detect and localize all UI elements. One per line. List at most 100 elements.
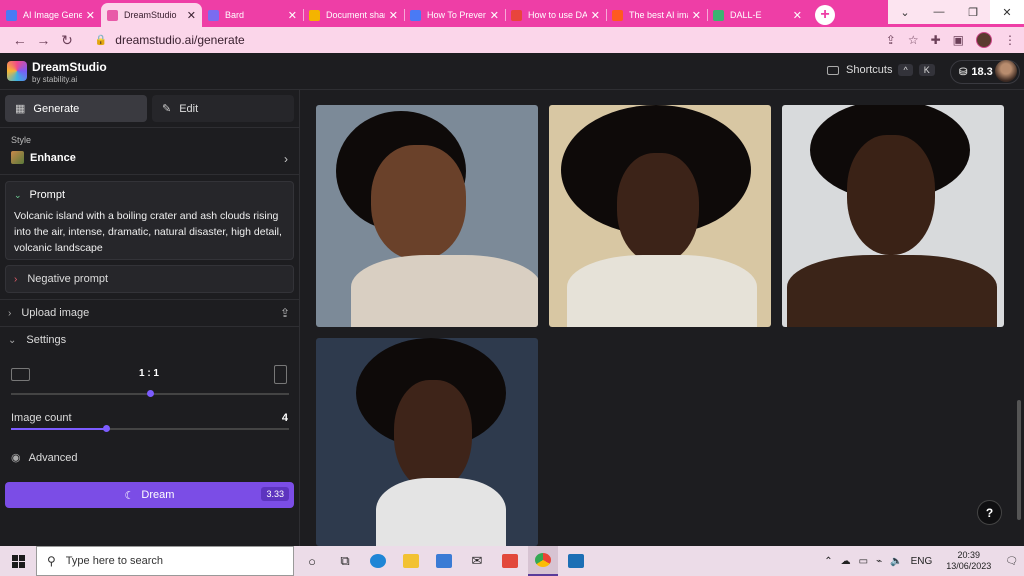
tray-chevron-up-icon[interactable]: ⌃ [824, 556, 832, 567]
language-indicator[interactable]: ENG [911, 556, 933, 567]
style-selector[interactable]: Style Enhance › [0, 127, 300, 175]
sidebar: ▦ Generate ✎ Edit Style Enhance › ⌄ Prom… [0, 90, 300, 546]
new-tab-button[interactable]: + [815, 5, 835, 25]
prompt-input[interactable]: Volcanic island with a boiling crater an… [14, 208, 286, 256]
bookmark-star-icon[interactable]: ☆ [908, 33, 919, 47]
taskbar-search-input[interactable]: ⚲ Type here to search [36, 546, 294, 576]
back-icon[interactable]: ← [8, 32, 32, 48]
browser-tab[interactable]: Document sharing ✕ [303, 3, 404, 27]
chevron-right-icon: › [14, 273, 18, 285]
tab-close-icon[interactable]: ✕ [187, 9, 196, 22]
credits-value: 18.3 [971, 66, 993, 78]
tab-close-icon[interactable]: ✕ [288, 9, 297, 22]
style-value: Enhance [11, 151, 76, 164]
reload-icon[interactable]: ↻ [55, 32, 79, 49]
browser-tab[interactable]: AI Image Generator ✕ [0, 3, 101, 27]
minimize-icon[interactable]: — [922, 0, 956, 24]
generate-label: Generate [33, 102, 80, 115]
generated-image[interactable] [782, 105, 1004, 327]
browser-tab[interactable]: DALL-E ✕ [707, 3, 808, 27]
cloud-icon[interactable]: ☁ [841, 556, 851, 567]
aspect-ratio-slider[interactable] [11, 390, 289, 397]
restore-icon[interactable]: ❐ [956, 0, 990, 24]
browser-tab[interactable]: Bard ✕ [202, 3, 303, 27]
tab-search-chevron-icon[interactable]: ⌄ [888, 0, 922, 24]
upload-image-row[interactable]: › Upload image ⇪ [0, 299, 300, 326]
keyboard-icon [827, 65, 839, 75]
prompt-header[interactable]: ⌄ Prompt [14, 189, 65, 201]
tab-close-icon[interactable]: ✕ [389, 9, 398, 22]
keycap-k: K [918, 64, 935, 76]
portrait-aspect-icon[interactable] [274, 365, 287, 384]
task-view-icon[interactable]: ⧉ [330, 546, 360, 576]
address-bar: ← → ↻ 🔒 dreamstudio.ai/generate ⇪ ☆ ✚ ▣ … [0, 27, 1024, 53]
prompt-panel[interactable]: ⌄ Prompt Volcanic island with a boiling … [5, 181, 294, 260]
clock-time: 20:39 [957, 550, 981, 560]
tab-favicon-icon [713, 9, 724, 21]
generated-image[interactable] [316, 338, 538, 546]
gallery-scrollbar[interactable] [1017, 400, 1021, 520]
tab-favicon-icon [309, 9, 320, 21]
mail-icon[interactable]: ✉ [462, 546, 492, 576]
dream-label: Dream [141, 489, 175, 501]
prompt-label: Prompt [29, 189, 66, 201]
browser-tab-active[interactable]: DreamStudio ✕ [101, 3, 202, 27]
browser-tab[interactable]: How To Prevent ✕ [404, 3, 505, 27]
dream-button[interactable]: ☾ Dream 3.33 [5, 482, 294, 508]
image-face [617, 153, 699, 263]
style-label: Style [11, 135, 32, 145]
browser-tab[interactable]: The best AI image ✕ [606, 3, 707, 27]
upload-icon[interactable]: ⇪ [280, 306, 290, 320]
lock-icon[interactable]: 🔒 [95, 35, 107, 46]
store-icon[interactable] [429, 546, 459, 576]
sidebar-panel-icon[interactable]: ▣ [953, 33, 964, 47]
user-avatar[interactable] [995, 60, 1017, 82]
url-field[interactable]: 🔒 dreamstudio.ai/generate [87, 29, 886, 51]
share-icon[interactable]: ⇪ [886, 33, 896, 47]
browser-menu-icon[interactable]: ⋮ [1004, 33, 1016, 47]
tab-close-icon[interactable]: ✕ [692, 9, 701, 22]
start-button[interactable] [0, 554, 36, 568]
app-blue-icon[interactable] [561, 546, 591, 576]
tab-close-icon[interactable]: ✕ [591, 9, 600, 22]
close-window-icon[interactable]: ✕ [990, 0, 1024, 24]
cortana-circle-icon[interactable]: ○ [297, 546, 327, 576]
aspect-ratio-value: 1 : 1 [138, 368, 159, 379]
battery-icon[interactable]: ▭ [859, 556, 868, 567]
image-face [847, 135, 935, 255]
chrome-icon[interactable] [528, 546, 558, 576]
help-button[interactable]: ? [977, 500, 1002, 525]
app-red-icon[interactable] [495, 546, 525, 576]
chevron-down-icon: ⌄ [8, 334, 17, 346]
generated-image[interactable] [549, 105, 771, 327]
image-body [376, 478, 506, 546]
shortcuts-button[interactable]: Shortcuts ^ K [827, 64, 935, 76]
generate-mode-button[interactable]: ▦ Generate [5, 95, 147, 122]
upload-image-label: Upload image [21, 307, 90, 319]
image-count-slider[interactable] [11, 425, 289, 432]
generated-image[interactable] [316, 105, 538, 327]
volume-icon[interactable]: 🔈 [890, 556, 902, 567]
file-explorer-icon[interactable] [396, 546, 426, 576]
edit-label: Edit [179, 102, 199, 115]
profile-avatar[interactable] [976, 32, 993, 48]
notifications-icon[interactable]: 🗨 [1005, 556, 1018, 567]
slider-thumb[interactable] [102, 425, 110, 432]
slider-thumb[interactable] [147, 390, 154, 397]
negative-prompt-toggle[interactable]: › Negative prompt [5, 265, 294, 293]
extensions-puzzle-icon[interactable]: ✚ [931, 33, 941, 47]
tab-close-icon[interactable]: ✕ [490, 9, 499, 22]
clock[interactable]: 20:39 13/06/2023 [946, 550, 991, 572]
edit-mode-button[interactable]: ✎ Edit [152, 95, 294, 122]
tab-close-icon[interactable]: ✕ [86, 9, 95, 22]
browser-tab[interactable]: How to use DALL-E ✕ [505, 3, 606, 27]
keycap-ctrl: ^ [898, 64, 913, 76]
forward-icon[interactable]: → [32, 32, 56, 48]
tab-close-icon[interactable]: ✕ [793, 9, 802, 22]
style-thumbnail [11, 151, 24, 164]
settings-row[interactable]: ⌄ Settings [0, 326, 300, 353]
advanced-toggle[interactable]: ◉ Advanced [11, 451, 78, 465]
edge-icon[interactable] [363, 546, 393, 576]
network-icon[interactable]: ⌁ [876, 556, 882, 567]
tab-title: DreamStudio [124, 10, 177, 20]
